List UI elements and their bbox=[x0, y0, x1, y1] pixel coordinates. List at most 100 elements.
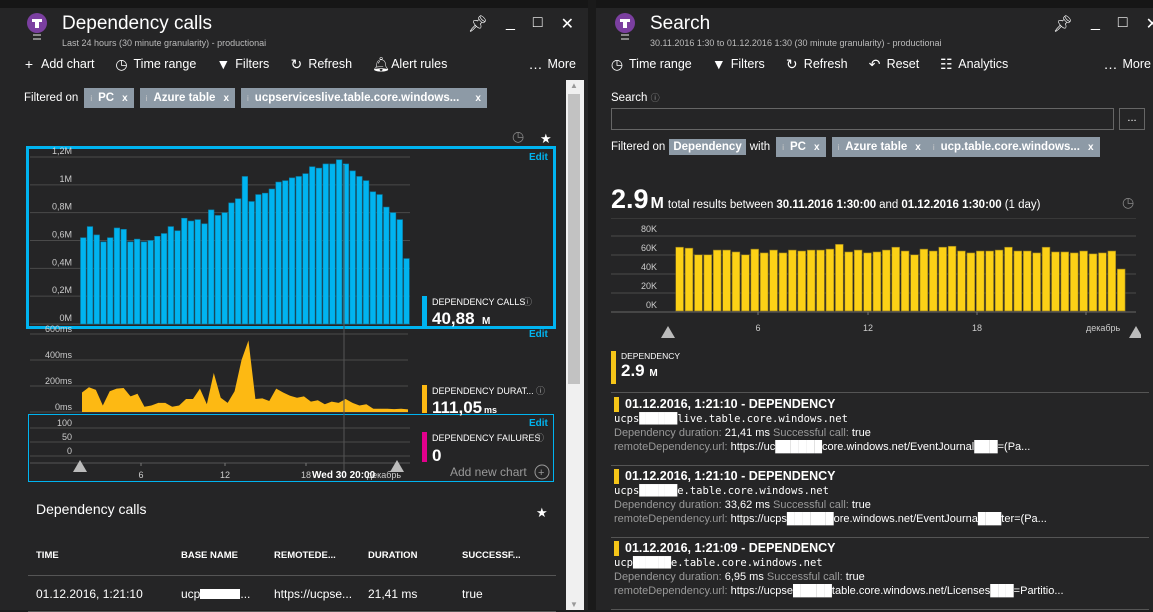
result-title[interactable]: 01.12.2016, 1:21:10 - DEPENDENCY bbox=[614, 397, 1149, 412]
bar bbox=[229, 203, 235, 324]
range-end-handle[interactable] bbox=[1129, 326, 1141, 338]
x-tick-label: 6 bbox=[138, 470, 143, 480]
range-start-handle[interactable] bbox=[661, 326, 675, 338]
column-header[interactable]: BASE NAME bbox=[181, 550, 274, 561]
scrollbar[interactable]: ▲▼ bbox=[566, 80, 584, 610]
bar bbox=[134, 239, 140, 324]
close-icon[interactable]: ✕ bbox=[1146, 14, 1153, 34]
filter-row: Filtered on Dependency with iPCx iAzure … bbox=[611, 137, 1151, 157]
y-tick-label: 0ms bbox=[55, 402, 73, 412]
refresh-button[interactable]: ↻Refresh bbox=[289, 56, 352, 73]
filter-chip[interactable]: iAzure tablex bbox=[140, 88, 235, 108]
bar bbox=[276, 182, 282, 324]
column-header[interactable]: SUCCESSF... bbox=[462, 550, 556, 561]
analytics-button[interactable]: ☷Analytics bbox=[939, 56, 1008, 73]
more-button[interactable]: …More bbox=[1104, 56, 1151, 72]
result-title[interactable]: 01.12.2016, 1:21:10 - DEPENDENCY bbox=[614, 469, 1149, 484]
history-icon[interactable]: ◷ bbox=[512, 128, 524, 144]
maximize-icon[interactable]: □ bbox=[1118, 14, 1128, 34]
bar bbox=[87, 227, 93, 324]
search-result[interactable]: 01.12.2016, 1:21:10 - DEPENDENCYucps████… bbox=[614, 397, 1149, 454]
bar bbox=[202, 224, 208, 324]
pin-icon[interactable]: ★ bbox=[536, 505, 548, 521]
history-icon[interactable]: ◷ bbox=[1122, 194, 1134, 211]
column-header[interactable]: DURATION bbox=[368, 550, 462, 561]
bar bbox=[788, 250, 796, 311]
blade-header: Search 30.11.2016 1:30 to 01.12.2016 1:3… bbox=[596, 8, 1153, 50]
add-chart-button[interactable]: +Add chart bbox=[22, 56, 95, 72]
toolbar: ◷Time range ▼Filters ↻Refresh ↶Reset ☷An… bbox=[610, 54, 1141, 74]
edit-link[interactable]: Edit bbox=[529, 418, 549, 429]
search-result[interactable]: 01.12.2016, 1:21:09 - DEPENDENCYucp█████… bbox=[614, 541, 1149, 598]
bar bbox=[807, 250, 815, 311]
bar bbox=[1089, 254, 1097, 311]
time-range-button[interactable]: ◷Time range bbox=[115, 56, 197, 73]
y-tick-label: 600ms bbox=[45, 324, 73, 334]
refresh-button[interactable]: ↻Refresh bbox=[785, 56, 848, 73]
remove-filter-icon[interactable]: x bbox=[814, 142, 820, 153]
bar bbox=[694, 255, 702, 311]
metrics-charts[interactable]: ◷ ★ 0M0,2M0,4M0,6M0,8M1M1,2M 0ms200ms400… bbox=[0, 108, 566, 488]
maximize-icon[interactable]: □ bbox=[533, 14, 543, 34]
edit-link[interactable]: Edit bbox=[529, 329, 549, 340]
result-title[interactable]: 01.12.2016, 1:21:09 - DEPENDENCY bbox=[614, 541, 1149, 556]
bar bbox=[676, 247, 684, 311]
filter-chip[interactable]: iucp.table.core.windows...x bbox=[927, 137, 1100, 157]
search-histogram[interactable]: 0K20K40K60K80K61218декабрь bbox=[611, 218, 1141, 343]
range-start-handle[interactable] bbox=[73, 460, 87, 472]
x-tick-label: 12 bbox=[220, 470, 230, 480]
time-range-button[interactable]: ◷Time range bbox=[610, 56, 692, 73]
column-header[interactable]: REMOTEDE... bbox=[274, 550, 368, 561]
remove-filter-icon[interactable]: x bbox=[1088, 142, 1094, 153]
y-tick-label: 0,2M bbox=[52, 285, 72, 295]
filter-chip[interactable]: iPCx bbox=[776, 137, 825, 157]
x-tick-label: декабрь bbox=[1086, 323, 1121, 333]
remove-filter-icon[interactable]: x bbox=[122, 93, 128, 104]
type-filter-chip[interactable]: Dependency bbox=[669, 139, 745, 155]
filters-button[interactable]: ▼Filters bbox=[216, 56, 269, 72]
bar bbox=[303, 174, 309, 324]
scroll-up-icon[interactable]: ▲ bbox=[570, 81, 578, 90]
search-result[interactable]: 01.12.2016, 1:21:10 - DEPENDENCYucps████… bbox=[614, 469, 1149, 526]
search-input[interactable] bbox=[611, 108, 1114, 130]
filters-button[interactable]: ▼Filters bbox=[712, 56, 765, 72]
edit-link[interactable]: Edit bbox=[529, 152, 549, 163]
remove-filter-icon[interactable]: x bbox=[475, 93, 481, 104]
reset-button[interactable]: ↶Reset bbox=[868, 56, 920, 73]
column-header[interactable]: TIME bbox=[28, 550, 181, 561]
bar bbox=[732, 252, 740, 311]
remove-filter-icon[interactable]: x bbox=[915, 142, 921, 153]
more-button[interactable]: …More bbox=[529, 56, 576, 72]
filter-chip[interactable]: iucpserviceslive.table.core.windows...x bbox=[241, 88, 487, 108]
scroll-thumb[interactable] bbox=[568, 94, 580, 384]
range-end-handle[interactable] bbox=[390, 460, 404, 472]
info-icon: i bbox=[782, 143, 784, 152]
bar bbox=[309, 167, 315, 324]
table-row[interactable]: 01.12.2016, 1:21:10 ucp... https://ucpse… bbox=[28, 576, 556, 612]
table-header: TIME BASE NAME REMOTEDE... DURATION SUCC… bbox=[28, 536, 556, 576]
pin-chart-icon[interactable]: ★ bbox=[540, 131, 552, 146]
alert-rules-button[interactable]: 🔔︎Alert rules bbox=[372, 56, 447, 73]
pin-icon[interactable]: 📌︎ bbox=[1053, 14, 1073, 34]
filter-chip[interactable]: iPCx bbox=[84, 88, 133, 108]
search-options-button[interactable]: ... bbox=[1119, 108, 1145, 130]
add-new-chart-link[interactable]: Add new chart bbox=[450, 465, 527, 479]
minimize-icon[interactable]: _ bbox=[506, 14, 515, 34]
close-icon[interactable]: ✕ bbox=[561, 14, 574, 34]
y-tick-label: 1M bbox=[59, 174, 72, 184]
bar bbox=[141, 242, 147, 324]
clock-icon: ◷ bbox=[610, 56, 624, 73]
y-tick-label: 0,6M bbox=[52, 230, 72, 240]
bar bbox=[779, 253, 787, 311]
bar bbox=[892, 247, 900, 311]
bar bbox=[215, 215, 221, 324]
pin-icon[interactable]: 📌︎ bbox=[468, 14, 488, 34]
blade-subtitle: Last 24 hours (30 minute granularity) - … bbox=[62, 38, 266, 48]
minimize-icon[interactable]: _ bbox=[1091, 14, 1100, 34]
scroll-down-icon[interactable]: ▼ bbox=[570, 600, 578, 609]
y-tick-label: 0 bbox=[67, 446, 72, 456]
filter-chip[interactable]: iAzure tablex bbox=[832, 137, 927, 157]
remove-filter-icon[interactable]: x bbox=[223, 93, 229, 104]
app-insights-bulb-icon bbox=[26, 12, 48, 46]
metric-unit: M bbox=[482, 316, 490, 327]
